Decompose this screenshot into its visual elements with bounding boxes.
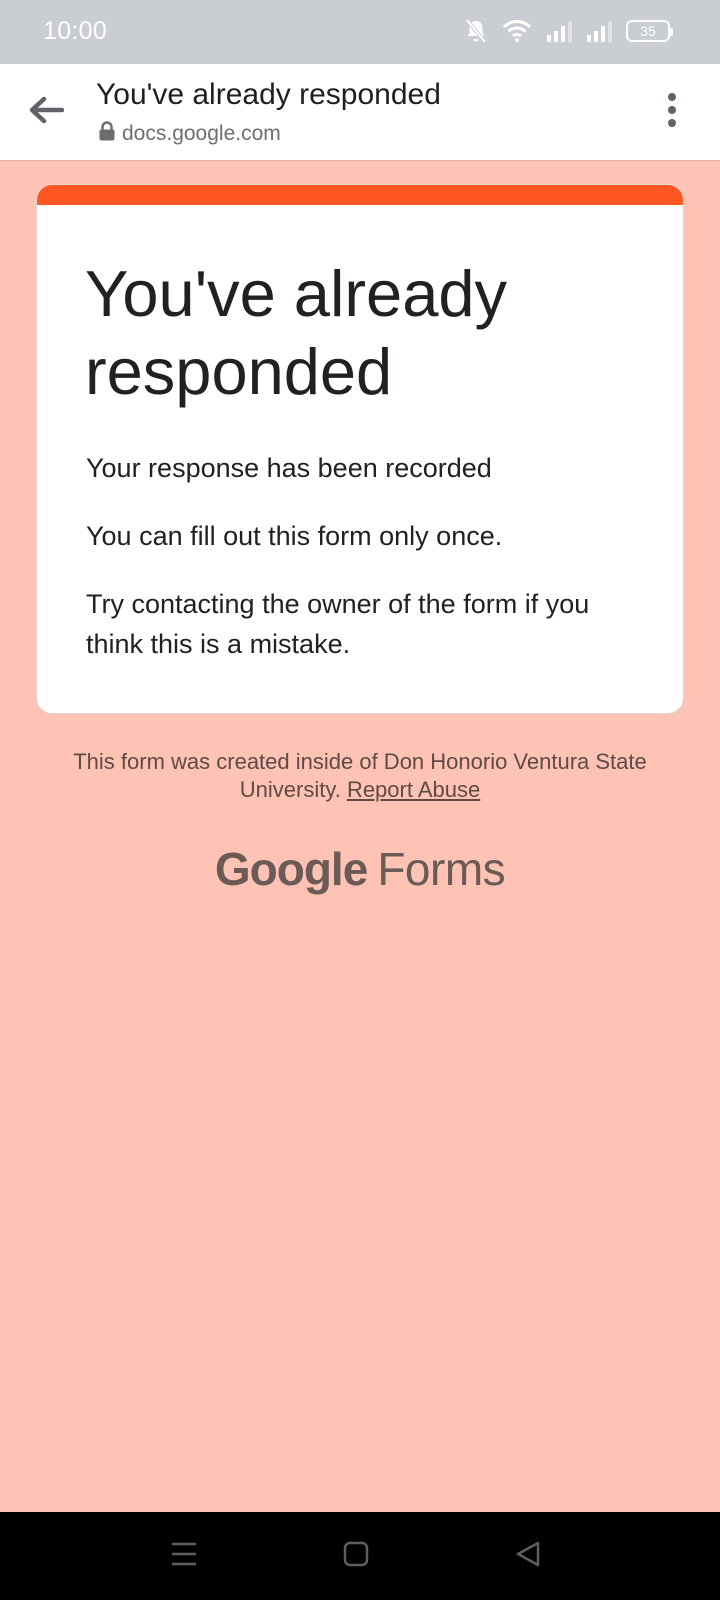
back-arrow-icon (28, 95, 65, 130)
bell-off-icon (464, 18, 488, 44)
back-button[interactable] (22, 88, 70, 136)
card-accent-bar (37, 185, 683, 205)
contact-owner-text: Try contacting the owner of the form if … (86, 589, 590, 659)
more-vert-icon (667, 92, 677, 133)
menu-icon (170, 1541, 198, 1572)
url-bar[interactable]: docs.google.com (98, 120, 281, 148)
report-abuse-link[interactable]: Report Abuse (347, 777, 480, 802)
nav-back-button[interactable] (504, 1532, 552, 1580)
fill-once-text: You can fill out this form only once. (86, 521, 503, 551)
google-forms-logo: Google Forms (0, 842, 720, 896)
browser-header: You've already responded docs.google.com (0, 64, 720, 161)
more-options-button[interactable] (660, 90, 684, 134)
brand-product: Forms (377, 843, 506, 895)
signal-icon (586, 20, 612, 42)
signal-icon (546, 20, 572, 42)
status-bar: 10:00 35 (0, 0, 720, 64)
system-nav-bar (0, 1512, 720, 1600)
lock-icon (98, 120, 116, 148)
home-square-icon (342, 1540, 370, 1573)
wifi-icon (502, 19, 532, 43)
footer-note: This form was created inside of Don Hono… (60, 748, 660, 804)
status-time: 10:00 (43, 17, 108, 45)
brand-google: Google (214, 843, 368, 895)
card-heading: You've already responded (85, 257, 507, 408)
battery-icon: 35 (626, 20, 673, 42)
status-icons: 35 (464, 18, 673, 44)
nav-home-button[interactable] (332, 1532, 380, 1580)
nav-recents-button[interactable] (160, 1532, 208, 1580)
back-triangle-icon (514, 1540, 542, 1573)
page-title: You've already responded (96, 78, 441, 111)
url-text: docs.google.com (122, 122, 281, 145)
response-recorded-text: Your response has been recorded (86, 453, 492, 483)
